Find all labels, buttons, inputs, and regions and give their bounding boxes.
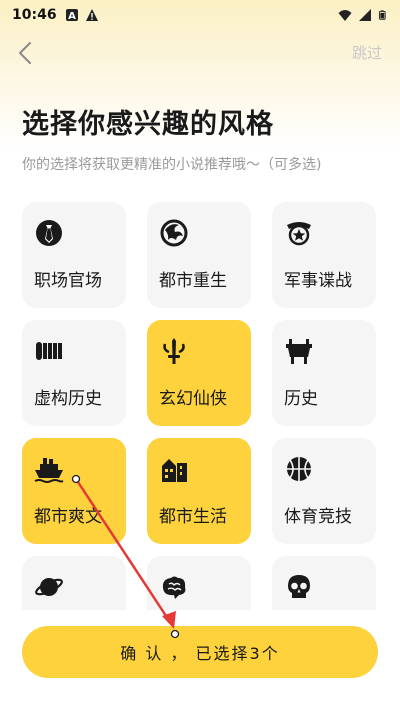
genre-card-sports[interactable]: 体育竞技 <box>272 438 376 544</box>
city-buildings-icon <box>162 459 187 482</box>
genre-label: 都市爽文 <box>34 507 102 527</box>
genre-card-urban-life[interactable]: 都市生活 <box>147 438 251 544</box>
genre-card-history[interactable]: 历史 <box>272 320 376 426</box>
genre-card-urban-rebirth[interactable]: 都市重生 <box>147 202 251 308</box>
genre-card-military[interactable]: 军事谍战 <box>272 202 376 308</box>
tie-icon <box>36 220 62 246</box>
genre-card-fictional-history[interactable]: 虚构历史 <box>22 320 126 426</box>
genre-card-urban-cool[interactable]: 都市爽文 <box>22 438 126 544</box>
genre-label: 都市重生 <box>159 271 227 291</box>
brain-icon <box>162 576 186 599</box>
genre-label: 都市生活 <box>159 507 227 527</box>
basketball-icon <box>287 457 311 481</box>
bronze-ding-icon <box>286 339 312 364</box>
genre-card-horror[interactable] <box>272 556 376 610</box>
confirm-button[interactable]: 确 认 ， 已选择3个 <box>22 626 378 678</box>
genre-label: 虚构历史 <box>34 389 102 409</box>
military-badge-icon <box>287 222 311 246</box>
genre-grid: 职场官场 都市重生 军事谍战 虚构历史 玄幻仙侠 历史 都市爽文 都市生活 体育… <box>0 0 400 610</box>
genre-card-xianxia[interactable]: 玄幻仙侠 <box>147 320 251 426</box>
bamboo-scroll-icon <box>36 342 62 360</box>
genre-label: 玄幻仙侠 <box>159 389 227 409</box>
ship-icon <box>34 458 64 483</box>
skull-icon <box>288 575 310 598</box>
genre-label: 职场官场 <box>34 271 102 291</box>
phoenix-icon <box>160 219 188 247</box>
genre-card-mystery[interactable] <box>147 556 251 610</box>
genre-card-scifi[interactable] <box>22 556 126 610</box>
genre-label: 体育竞技 <box>284 507 352 527</box>
planet-icon <box>35 578 63 596</box>
genre-label: 军事谍战 <box>284 271 352 291</box>
genre-label: 历史 <box>284 389 318 409</box>
genre-card-workplace[interactable]: 职场官场 <box>22 202 126 308</box>
sword-icon <box>163 338 185 364</box>
